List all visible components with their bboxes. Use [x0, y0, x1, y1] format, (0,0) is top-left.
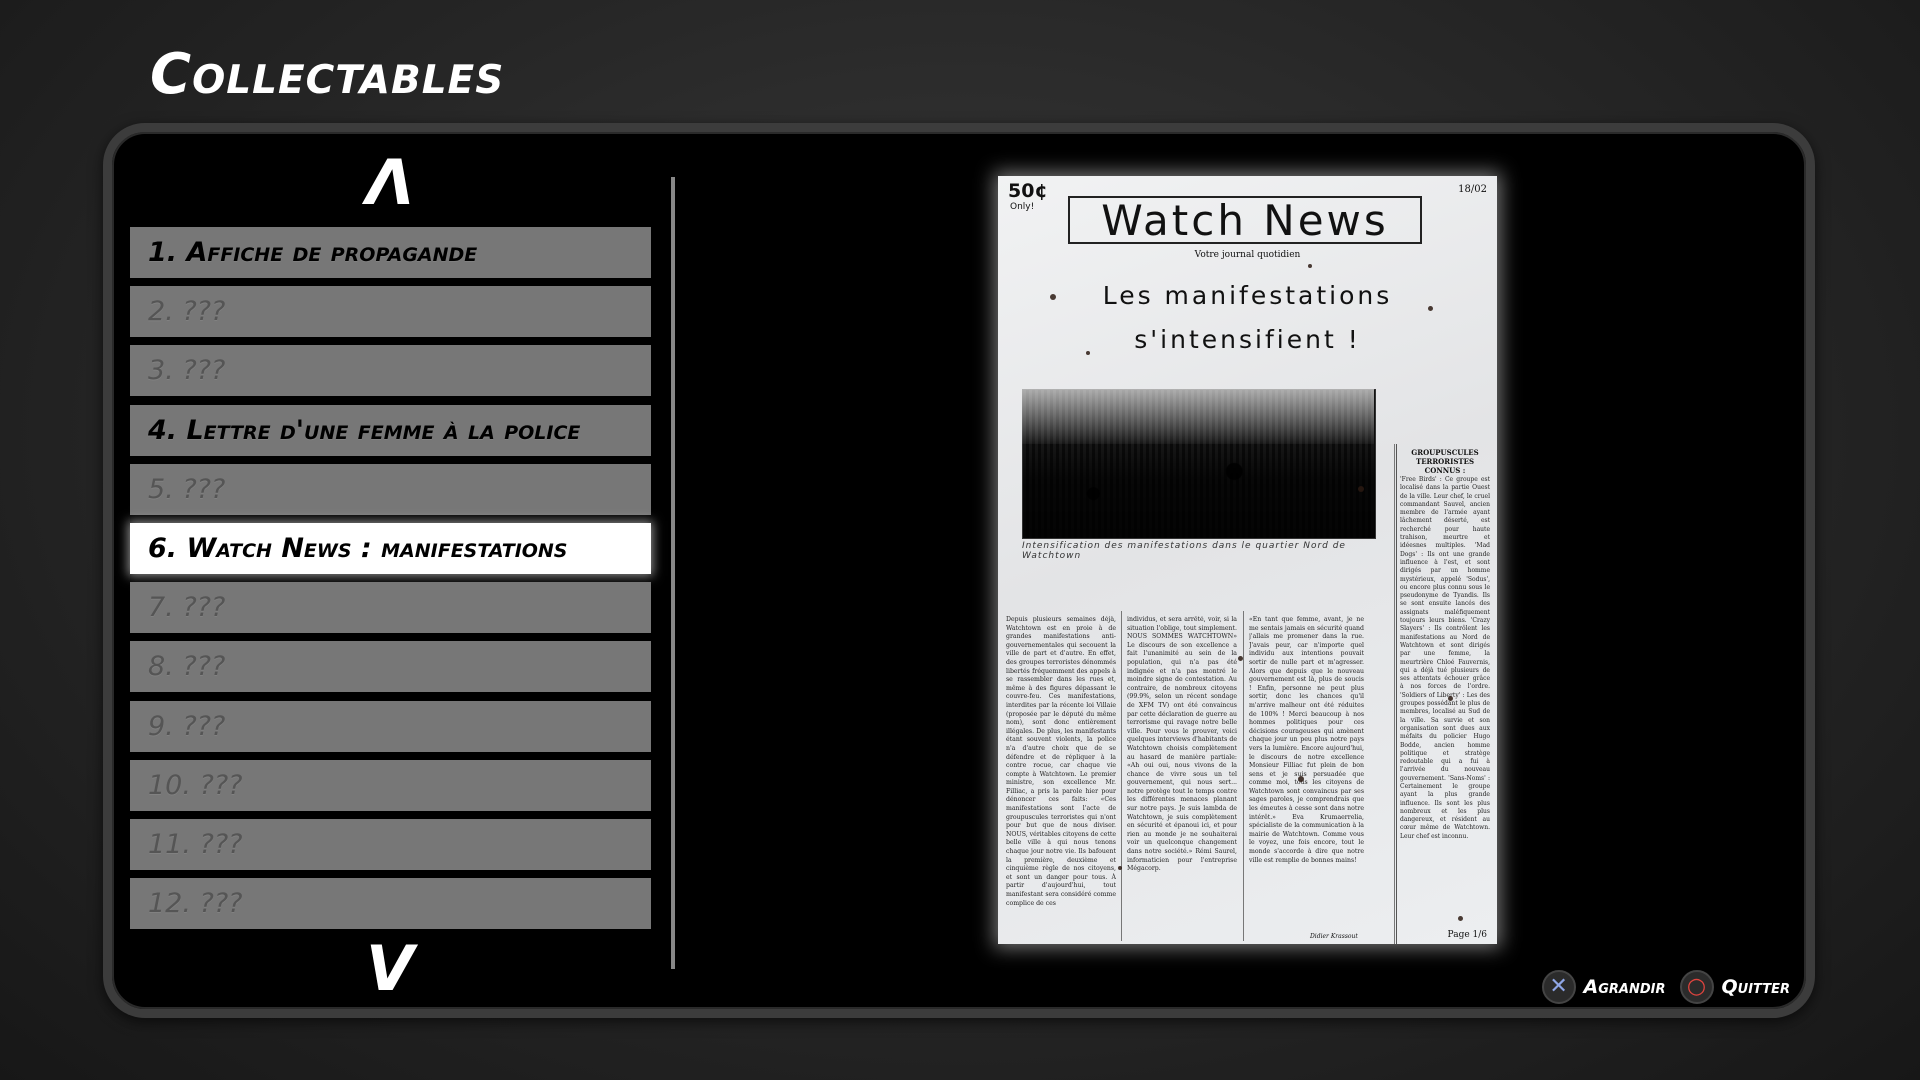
list-item[interactable]: 10. ??? [130, 759, 651, 811]
ink-blot [1238, 656, 1243, 661]
list-item[interactable]: 11. ??? [130, 818, 651, 870]
list-item[interactable]: 2. ??? [130, 286, 651, 338]
ink-blot [1448, 696, 1453, 701]
list-item[interactable]: 8. ??? [130, 641, 651, 693]
article-column-3: «En tant que femme, avant, je ne me sent… [1249, 616, 1364, 864]
list-item[interactable]: 12. ??? [130, 878, 651, 930]
ink-blot [1358, 486, 1364, 492]
page-number: Page 1/6 [1447, 930, 1487, 940]
article-column-2: individus, et sera arrêté, voir, si la s… [1127, 616, 1237, 873]
column-divider [1121, 611, 1122, 941]
ink-blot [1298, 776, 1304, 782]
article-column-1: Depuis plusieurs semaines déjà, Watchtow… [1006, 616, 1116, 907]
quit-label: Quitter [1721, 976, 1790, 998]
ink-blot [1428, 306, 1433, 311]
list-item[interactable]: 3. ??? [130, 345, 651, 397]
sidebar-title: GROUPUSCULES TERRORISTES CONNUS : [1411, 448, 1479, 475]
newspaper-headline: Les manifestations s'intensifient ! [998, 274, 1497, 362]
list-item[interactable]: 5. ??? [130, 463, 651, 515]
scroll-up-arrow[interactable]: Λ [130, 152, 650, 214]
enlarge-label: Agrandir [1583, 976, 1666, 998]
panel-divider [671, 177, 675, 969]
ink-blot [1086, 351, 1090, 355]
newspaper-price: 50¢ [1008, 180, 1048, 202]
scroll-down-arrow[interactable]: V [130, 938, 650, 1000]
sidebar-text: 'Free Birds' : Ce groupe est localisé da… [1400, 476, 1490, 840]
photo-caption: Intensification des manifestations dans … [1022, 541, 1346, 561]
list-item[interactable]: 4. Lettre d'une femme à la police [130, 404, 651, 456]
headline-line-1: Les manifestations [1102, 281, 1393, 310]
enlarge-prompt[interactable]: ✕ Agrandir [1541, 970, 1666, 1004]
ink-blot [1458, 916, 1463, 921]
ink-blot [1050, 294, 1056, 300]
newspaper-price-sub: Only! [1010, 202, 1035, 212]
newspaper-preview[interactable]: 50¢ Only! 18/02 Watch News Votre journal… [998, 176, 1497, 944]
list-item[interactable]: 7. ??? [130, 582, 651, 634]
protest-photo-sky [1022, 389, 1374, 444]
quit-prompt[interactable]: ○ Quitter [1679, 970, 1790, 1004]
ink-blot [1118, 866, 1122, 870]
collectables-list: 1. Affiche de propagande 2. ??? 3. ??? 4… [130, 227, 651, 937]
headline-line-2: s'intensifient ! [1134, 325, 1361, 354]
article-signature: Didier Krassout [1310, 933, 1358, 940]
list-item-selected[interactable]: 6. Watch News : manifestations [130, 522, 651, 574]
list-item[interactable]: 9. ??? [130, 700, 651, 752]
newspaper-tagline: Votre journal quotidien [1194, 250, 1301, 260]
newspaper-masthead: Watch News [1068, 196, 1422, 245]
screen-title: Collectables [150, 42, 505, 107]
column-divider [1394, 444, 1395, 944]
circle-button-icon: ○ [1679, 970, 1714, 1004]
cross-button-icon: ✕ [1541, 970, 1576, 1004]
newspaper-date: 18/02 [1458, 184, 1487, 195]
button-prompts: ✕ Agrandir ○ Quitter [1541, 970, 1790, 1004]
ink-blot [1308, 264, 1312, 268]
column-divider [1243, 611, 1244, 941]
list-item[interactable]: 1. Affiche de propagande [130, 227, 651, 278]
